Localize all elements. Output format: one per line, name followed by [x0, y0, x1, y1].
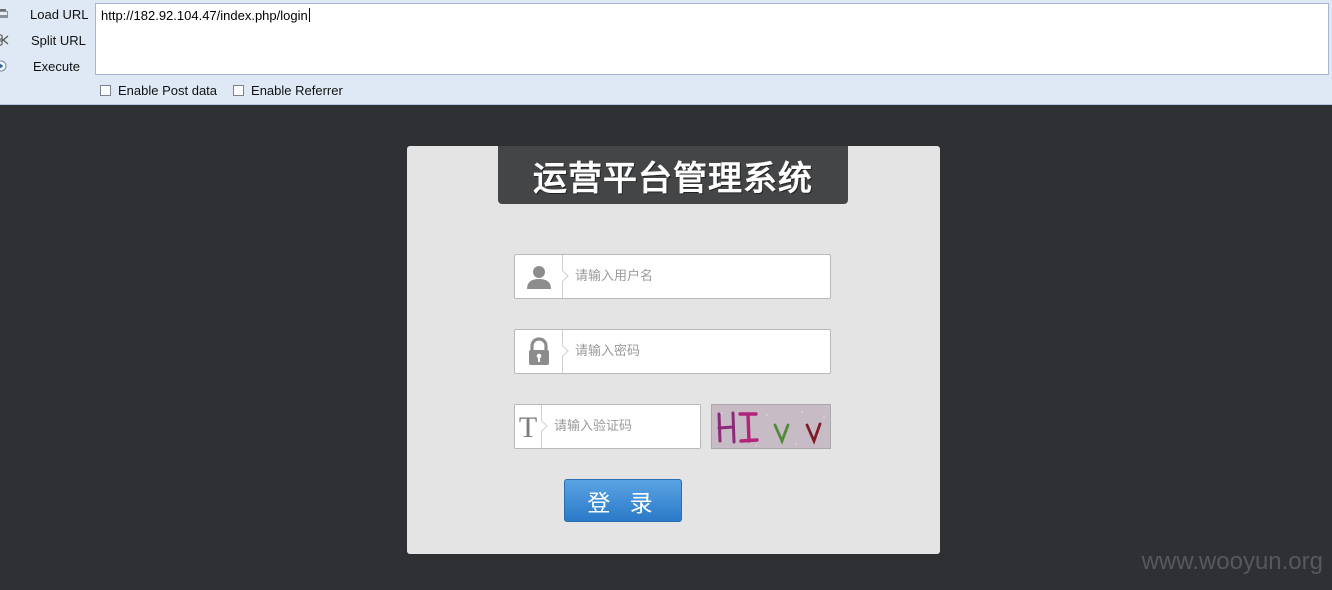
- split-url-icon: [0, 33, 9, 47]
- enable-referrer-box[interactable]: [233, 85, 245, 96]
- login-button[interactable]: 登 录: [564, 479, 682, 522]
- execute-icon: [0, 59, 9, 73]
- text-caret: [308, 8, 310, 22]
- split-url-label: Split URL: [31, 32, 86, 48]
- lock-icon: [515, 330, 563, 373]
- watermark-text: www.wooyun.org: [1141, 548, 1323, 575]
- split-url-button[interactable]: Split URL: [0, 28, 92, 52]
- password-field: [514, 329, 831, 374]
- username-field: [514, 254, 831, 299]
- enable-referrer-checkbox[interactable]: Enable Referrer: [233, 83, 343, 98]
- url-text: http://182.92.104.47/index.php/login: [101, 8, 308, 23]
- captcha-image[interactable]: [711, 404, 831, 449]
- enable-post-box[interactable]: [100, 85, 111, 96]
- password-input[interactable]: [563, 330, 830, 373]
- user-icon: [515, 255, 563, 298]
- hackbar-toolbar: Load URL Split URL Execute http://182.92…: [0, 0, 1332, 105]
- svg-text:T: T: [519, 413, 537, 441]
- captcha-input[interactable]: [542, 405, 726, 448]
- username-input[interactable]: [563, 255, 830, 298]
- execute-button[interactable]: Execute: [0, 54, 92, 78]
- enable-post-checkbox[interactable]: Enable Post data: [100, 83, 217, 98]
- execute-label: Execute: [33, 58, 80, 74]
- enable-post-label: Enable Post data: [118, 83, 218, 98]
- page-title: 运营平台管理系统: [533, 158, 813, 199]
- text-t-icon: T: [515, 405, 542, 448]
- load-url-label: Load URL: [30, 6, 89, 22]
- load-url-button[interactable]: Load URL: [0, 2, 92, 26]
- url-textarea[interactable]: http://182.92.104.47/index.php/login: [95, 3, 1329, 75]
- options-row: Enable Post data Enable Referrer: [100, 83, 359, 98]
- load-url-icon: [0, 7, 9, 21]
- title-banner: 运营平台管理系统: [498, 146, 848, 204]
- login-panel: 运营平台管理系统 T: [407, 146, 940, 554]
- enable-referrer-label: Enable Referrer: [251, 83, 343, 98]
- captcha-field: T: [514, 404, 726, 449]
